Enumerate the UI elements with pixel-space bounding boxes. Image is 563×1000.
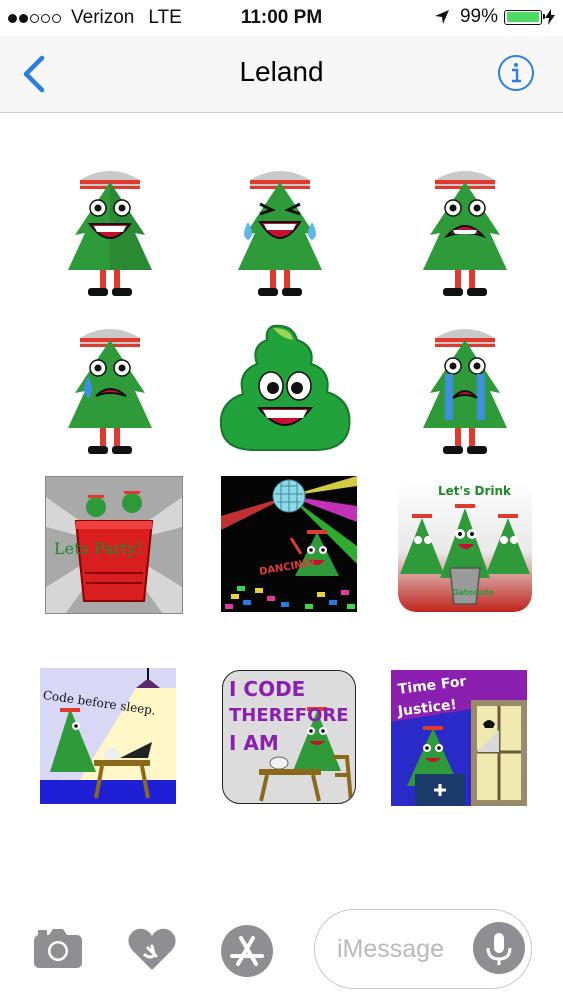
battery-percent: 99% (459, 6, 498, 27)
imessage-input[interactable]: iMessage (314, 909, 532, 989)
battery-icon (504, 9, 545, 25)
charging-bolt-icon (545, 9, 555, 25)
sticker-tree-smile[interactable] (60, 160, 160, 305)
sticker-i-code-therefore-i-am[interactable]: I CODE THEREFORE I AM (222, 670, 356, 804)
info-button[interactable] (497, 54, 535, 92)
tree-character-smile-icon (68, 171, 152, 296)
green-poop-character-icon (219, 324, 351, 451)
app-store-button[interactable] (220, 924, 274, 978)
tree-character-crying-icon (423, 329, 507, 454)
sticker-tree-sad-sweat[interactable] (60, 318, 160, 463)
nav-bar: Leland (0, 36, 563, 113)
heart-touch-icon (128, 928, 176, 970)
coding-at-night-illustration-icon (40, 668, 176, 804)
i-am-text: I AM (229, 731, 279, 755)
tree-character-laughing-tears-icon (238, 171, 322, 296)
disco-dance-illustration-icon (221, 476, 357, 609)
i-code-text: I CODE (229, 677, 306, 701)
therefore-text: THEREFORE (229, 705, 349, 726)
sticker-time-for-justice[interactable]: Time For Justice! (391, 670, 527, 806)
sticker-lets-party[interactable]: Lets Party! (45, 476, 183, 614)
message-input-bar: iMessage (0, 900, 563, 1000)
tree-character-sad-sweat-icon (68, 329, 152, 454)
dictation-button[interactable] (473, 922, 525, 974)
camera-button[interactable] (32, 926, 84, 970)
microphone-icon (486, 933, 512, 965)
sticker-lets-drink[interactable]: Let's Drink Gatorade (398, 478, 532, 612)
camera-icon (34, 929, 82, 968)
sticker-dancing[interactable]: DANCING! (221, 476, 357, 612)
conversation-title: Leland (239, 56, 324, 87)
sticker-tree-grimace[interactable] (415, 160, 515, 305)
sticker-code-before-sleep[interactable]: Code before sleep. (40, 668, 176, 804)
digital-touch-button[interactable] (126, 924, 178, 974)
gatorade-text: Gatorade (452, 588, 494, 597)
tree-character-grimace-icon (423, 171, 507, 296)
imessage-placeholder: iMessage (337, 935, 444, 963)
lets-drink-text: Let's Drink (438, 484, 512, 498)
sticker-poop-smile[interactable] (215, 320, 355, 455)
location-arrow-icon (434, 10, 449, 24)
info-icon (498, 55, 534, 91)
sticker-tree-laugh-tears[interactable] (230, 160, 330, 305)
app-store-icon (221, 925, 273, 977)
sticker-tree-crying[interactable] (415, 318, 515, 463)
lets-party-text: Lets Party! (54, 539, 143, 558)
status-right: 99% (434, 6, 555, 28)
status-bar: Verizon LTE 11:00 PM 99% (0, 0, 563, 36)
